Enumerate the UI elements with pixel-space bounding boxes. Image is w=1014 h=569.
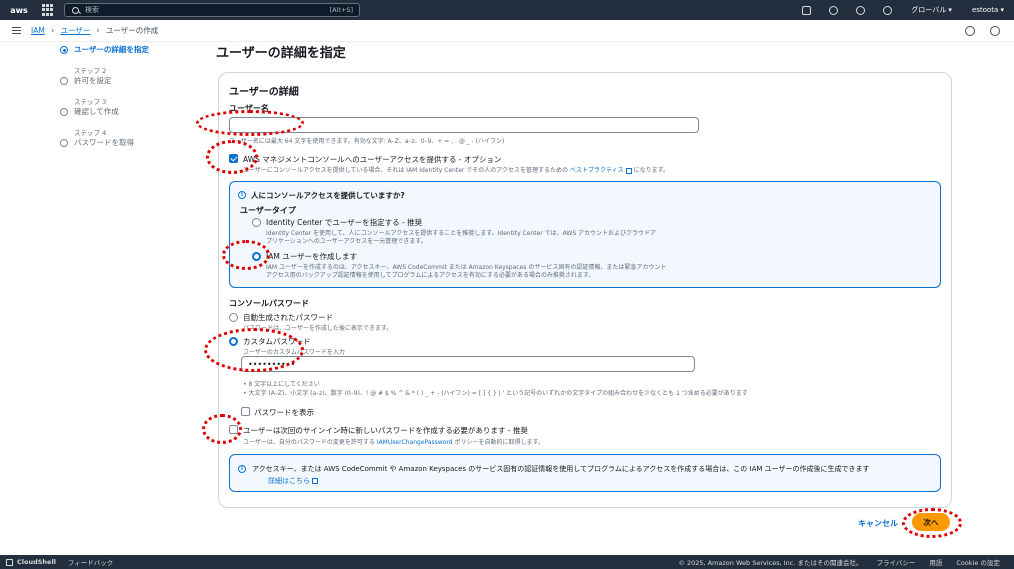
search-shortcut: [Alt+S]: [329, 6, 353, 14]
copyright: © 2025, Amazon Web Services, Inc. またはその関…: [678, 559, 863, 567]
must-reset-hint: ユーザーは、自分のパスワードの変更を許可する IAMUserChangePass…: [243, 439, 544, 446]
settings-icon[interactable]: [990, 26, 1000, 36]
infobox-title: 人にコンソールアクセスを提供していますか?: [251, 191, 405, 200]
annotation-must-reset: [202, 414, 242, 444]
annotation-next: [902, 508, 962, 538]
chevron-right-icon: ›: [96, 25, 100, 36]
autogen-password-radio[interactable]: [229, 313, 238, 322]
show-password-label: パスワードを表示: [254, 408, 314, 417]
step-indicator-icon: [60, 139, 68, 147]
breadcrumb-iam[interactable]: IAM: [31, 26, 45, 35]
console-access-label: AWS マネジメントコンソールへのユーザーアクセスを提供する - オプション: [243, 155, 502, 164]
must-reset-label: ユーザーは次回のサインイン時に新しいパスワードを作成する必要があります - 推奨: [243, 426, 528, 435]
info-icon: i: [238, 465, 246, 473]
console-password-label: コンソールパスワード: [229, 299, 309, 308]
annotation-console-access: [206, 140, 258, 174]
external-link-icon: [625, 167, 632, 174]
cancel-button[interactable]: キャンセル: [858, 518, 898, 529]
step-label: パスワードを取得: [74, 138, 134, 147]
external-link-icon: [312, 478, 318, 484]
bell-icon[interactable]: [829, 5, 839, 15]
step-number: ステップ 2: [74, 67, 107, 75]
feedback-link[interactable]: フィードバック: [68, 557, 113, 567]
step-1[interactable]: ユーザーの詳細を指定: [60, 44, 210, 55]
identity-center-radio[interactable]: [252, 218, 261, 227]
user-type-label: ユーザータイプ: [240, 206, 296, 215]
step-label: ユーザーの詳細を指定: [74, 45, 149, 54]
card-title: ユーザーの詳細: [229, 87, 299, 98]
step-label: 確認して作成: [74, 107, 119, 116]
iam-user-hint: アクセス用のバックアップ認証情報を使用してプログラムによるアクセスを有効にする必…: [266, 272, 595, 279]
step-indicator-icon: [60, 46, 68, 54]
gear-icon[interactable]: [883, 5, 893, 15]
nav-actions: グローバル ▾ estoota ▾: [793, 0, 1014, 20]
username-hint: ユーザー名には最大 64 文字を使用できます。有効な文字: A–Z、a–z、0–…: [229, 138, 505, 145]
learn-more-link[interactable]: 詳細はこちら: [268, 477, 310, 485]
step-number: ステップ 3: [74, 98, 107, 106]
show-password-checkbox[interactable]: [241, 407, 250, 416]
services-grid-icon[interactable]: [42, 4, 54, 16]
step-number: ステップ 4: [74, 129, 107, 137]
search-placeholder: 検索: [85, 6, 99, 14]
region-selector[interactable]: グローバル ▾: [911, 5, 952, 15]
search-icon: [72, 6, 79, 14]
step-3: ステップ 3 確認して作成: [60, 96, 210, 117]
footer: CloudShell フィードバック © 2025, Amazon Web Se…: [0, 555, 1014, 569]
policy-link[interactable]: IAMUserChangePassword: [377, 439, 453, 446]
breadcrumb-users[interactable]: ユーザー: [60, 25, 90, 36]
chevron-right-icon: ›: [50, 25, 55, 36]
annotation-iam-user: [222, 240, 270, 270]
annotation-username: [196, 110, 304, 136]
terms-link[interactable]: 用語: [929, 557, 942, 567]
identity-center-label: Identity Center でユーザーを指定する - 推奨: [266, 218, 423, 227]
step-2: ステップ 2 許可を設定: [60, 65, 210, 86]
custom-password-input[interactable]: ••••••••••: [241, 356, 695, 372]
aws-logo[interactable]: aws: [6, 0, 32, 20]
search-input[interactable]: 検索 [Alt+S]: [64, 3, 360, 17]
cookie-settings-link[interactable]: Cookie の設定: [956, 557, 1000, 567]
password-rule: • 8 文字以上にしてください: [243, 381, 320, 388]
info-icon[interactable]: [965, 26, 975, 36]
cloudshell-icon[interactable]: [802, 5, 812, 15]
step-indicator-icon: [60, 108, 68, 116]
autogen-password-label: 自動生成されたパスワード: [243, 313, 333, 322]
info-icon: i: [238, 191, 246, 199]
top-navigation: aws 検索 [Alt+S] グローバル ▾ estoota ▾: [0, 0, 1014, 20]
learn-more-link-wrap: 詳細はこちら: [268, 476, 318, 486]
step-label: 許可を設定: [74, 76, 112, 85]
wizard-steps: ユーザーの詳細を指定 ステップ 2 許可を設定 ステップ 3 確認して作成 ステ…: [60, 44, 210, 158]
account-menu[interactable]: estoota ▾: [972, 6, 1004, 14]
identity-center-hint: プリケーションへのユーザーアクセスを一元管理できます。: [266, 238, 427, 245]
console-access-hint: ユーザーにコンソールアクセスを提供している場合、それは IAM Identity…: [243, 167, 669, 174]
menu-icon[interactable]: [12, 27, 21, 34]
infobox-text: アクセスキー、または AWS CodeCommit や Amazon Keysp…: [252, 465, 870, 473]
cloudshell-icon: [6, 558, 13, 566]
best-practice-link[interactable]: ベストプラクティス: [570, 167, 624, 174]
cloudshell-link[interactable]: CloudShell: [17, 558, 56, 566]
password-rule: • 大文字 (A–Z)、小文字 (a–z)、数字 (0–9)、! @ # $ %…: [243, 390, 748, 397]
step-indicator-icon: [60, 77, 68, 85]
step-4: ステップ 4 パスワードを取得: [60, 127, 210, 148]
console-access-infobox: i 人にコンソールアクセスを提供していますか? ユーザータイプ Identity…: [229, 181, 941, 288]
breadcrumb-current: ユーザーの作成: [105, 26, 159, 35]
page-title: ユーザーの詳細を指定: [216, 46, 346, 61]
user-details-card: ユーザーの詳細 ユーザー名 ユーザー名には最大 64 文字を使用できます。有効な…: [218, 72, 952, 508]
privacy-link[interactable]: プライバシー: [876, 557, 915, 567]
programmatic-access-infobox: i アクセスキー、または AWS CodeCommit や Amazon Key…: [229, 454, 941, 492]
annotation-custom-password: [204, 328, 304, 372]
help-icon[interactable]: [856, 5, 866, 15]
breadcrumb: IAM › ユーザー › ユーザーの作成: [0, 20, 1014, 42]
iam-user-label: IAM ユーザーを作成します: [266, 252, 358, 261]
